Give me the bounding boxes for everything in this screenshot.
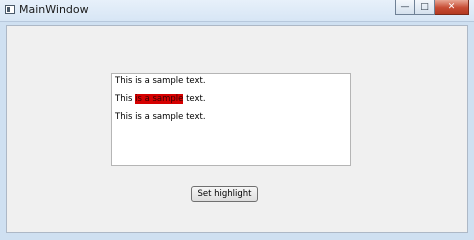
- text-line-2: This is a sample text.: [115, 94, 348, 104]
- text-line-2-after: text.: [183, 94, 206, 104]
- text-line-2-before: This: [115, 94, 136, 104]
- text-edit[interactable]: This is a sample text. This is a sample …: [111, 73, 351, 166]
- minimize-button[interactable]: —: [395, 0, 415, 15]
- set-highlight-button[interactable]: Set highlight: [191, 186, 258, 202]
- window-controls: — □ ✕: [395, 0, 469, 15]
- window-icon: [5, 5, 15, 14]
- text-line-3: This is a sample text.: [115, 112, 206, 122]
- close-button[interactable]: ✕: [435, 0, 469, 15]
- highlighted-text: is a sample: [135, 94, 184, 104]
- text-line-1: This is a sample text.: [115, 76, 206, 86]
- window-title: MainWindow: [19, 3, 89, 16]
- title-bar: MainWindow — □ ✕: [0, 0, 474, 22]
- maximize-button[interactable]: □: [415, 0, 435, 15]
